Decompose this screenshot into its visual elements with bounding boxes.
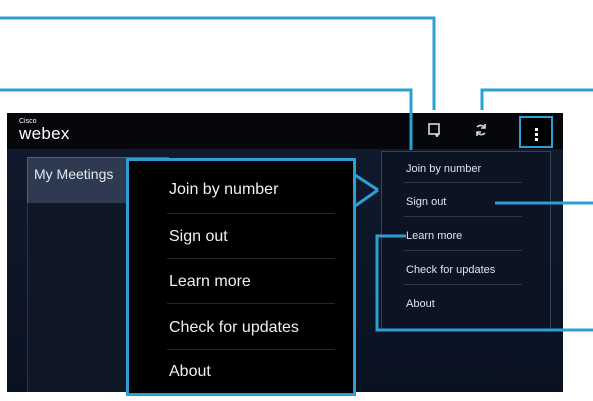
menu-divider	[404, 250, 522, 251]
overflow-menu-button[interactable]	[519, 116, 553, 148]
overflow-dot	[535, 128, 538, 131]
big-menu-item-sign-out[interactable]: Sign out	[169, 228, 228, 246]
overflow-dot	[535, 133, 538, 136]
menu-item-check-updates[interactable]: Check for updates	[406, 264, 495, 276]
menu-item-about[interactable]: About	[406, 298, 435, 310]
logo-webex-text: webex	[19, 124, 70, 143]
menu-divider	[404, 284, 522, 285]
big-menu-item-learn-more[interactable]: Learn more	[169, 273, 251, 291]
webex-logo: Cisco webex	[19, 118, 70, 142]
menu-divider	[167, 303, 335, 304]
menu-divider	[404, 182, 522, 183]
menu-item-sign-out[interactable]: Sign out	[406, 196, 446, 208]
refresh-icon[interactable]	[473, 122, 489, 140]
menu-item-learn-more[interactable]: Learn more	[406, 230, 462, 242]
new-meeting-icon[interactable]	[427, 122, 443, 140]
overflow-dot	[535, 138, 538, 141]
enlarged-menu: Join by number Sign out Learn more Check…	[126, 158, 356, 396]
menu-divider	[167, 258, 335, 259]
overflow-dropdown: Join by number Sign out Learn more Check…	[381, 151, 551, 331]
tab-label: My Meetings	[34, 166, 114, 182]
big-menu-item-join[interactable]: Join by number	[169, 181, 278, 199]
big-menu-item-check-updates[interactable]: Check for updates	[169, 319, 299, 337]
menu-divider	[167, 213, 335, 214]
menu-divider	[404, 216, 522, 217]
big-menu-item-about[interactable]: About	[169, 363, 211, 381]
action-bar: Cisco webex	[7, 113, 563, 149]
menu-divider	[167, 349, 335, 350]
menu-item-join[interactable]: Join by number	[406, 163, 481, 175]
